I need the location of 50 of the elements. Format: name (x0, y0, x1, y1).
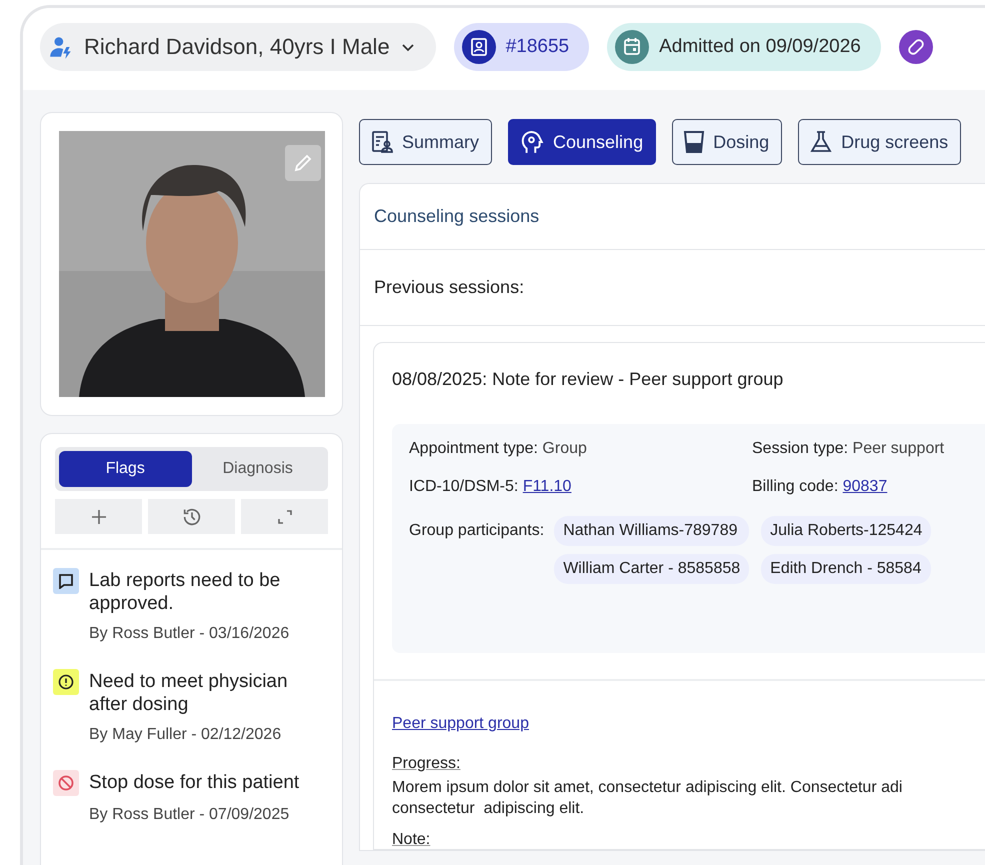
previous-sessions-label: Previous sessions: (374, 277, 524, 298)
session-link[interactable]: Peer support group (392, 715, 529, 733)
alert-icon (53, 669, 79, 695)
note-label: Note: (392, 831, 430, 849)
flag-text: Lab reports need to be approved. (89, 569, 282, 615)
session-field: Session type: Peer support (752, 440, 985, 458)
id-card-icon (462, 30, 496, 64)
comment-icon (53, 568, 79, 594)
patient-id: #18655 (506, 36, 570, 58)
edit-photo-button[interactable] (285, 145, 321, 181)
admission-date: Admitted on 09/09/2026 (659, 36, 861, 58)
code-link[interactable]: 90837 (842, 478, 888, 495)
session-field: Billing code: 90837 (752, 478, 985, 496)
add-button[interactable] (55, 499, 142, 534)
patient-selector[interactable]: Richard Davidson, 40yrs I Male (40, 23, 436, 71)
progress-text: Morem ipsum dolor sit amet, consectetur adipiscing elit. Consectetur adi consectetur adipiscing elit. (392, 778, 904, 819)
prohibited-icon (53, 770, 79, 796)
section-tab[interactable]: Drug screens (798, 119, 962, 165)
participant-chip: Edith Drench - 58584 (761, 554, 932, 584)
session-field: Appointment type: Group (409, 440, 752, 458)
participant-chip: Nathan Williams-789789 (554, 516, 750, 546)
flask-icon (809, 130, 834, 154)
cup-icon (683, 130, 706, 154)
head-gear-icon (519, 129, 546, 155)
participant-chip: William Carter - 8585858 (554, 554, 750, 584)
section-title: Counseling sessions (374, 206, 540, 227)
flag-text: Need to meet physician after dosing (89, 670, 289, 716)
section-tab[interactable]: Counseling (508, 119, 656, 165)
section-tab[interactable]: Summary (359, 119, 492, 165)
progress-label: Progress: (392, 755, 460, 773)
flag-author-date: By May Fuller - 02/12/2026 (89, 726, 282, 744)
flag-text: Stop dose for this patient (89, 771, 300, 795)
expand-icon (276, 508, 294, 526)
pencil-icon (293, 153, 313, 173)
segment-tab[interactable]: Diagnosis (192, 451, 324, 487)
report-icon (370, 130, 394, 154)
flag-author-date: By Ross Butler - 07/09/2025 (89, 806, 290, 824)
plus-icon (90, 508, 108, 526)
participants-label: Group participants: (409, 521, 544, 540)
calendar-icon (615, 30, 650, 64)
session-title: 08/08/2025: Note for review - Peer support group (391, 368, 784, 391)
code-link[interactable]: F11.10 (522, 478, 572, 495)
section-tab[interactable]: Dosing (672, 119, 782, 165)
pill-icon (898, 30, 933, 64)
history-button[interactable] (148, 499, 235, 534)
flag-author-date: By Ross Butler - 03/16/2026 (89, 625, 290, 643)
expand-button[interactable] (241, 499, 328, 534)
session-field: ICD-10/DSM-5: F11.10 (409, 478, 752, 496)
participant-chip: Julia Roberts-125424 (761, 516, 932, 546)
segment-tab[interactable]: Flags (59, 451, 192, 487)
